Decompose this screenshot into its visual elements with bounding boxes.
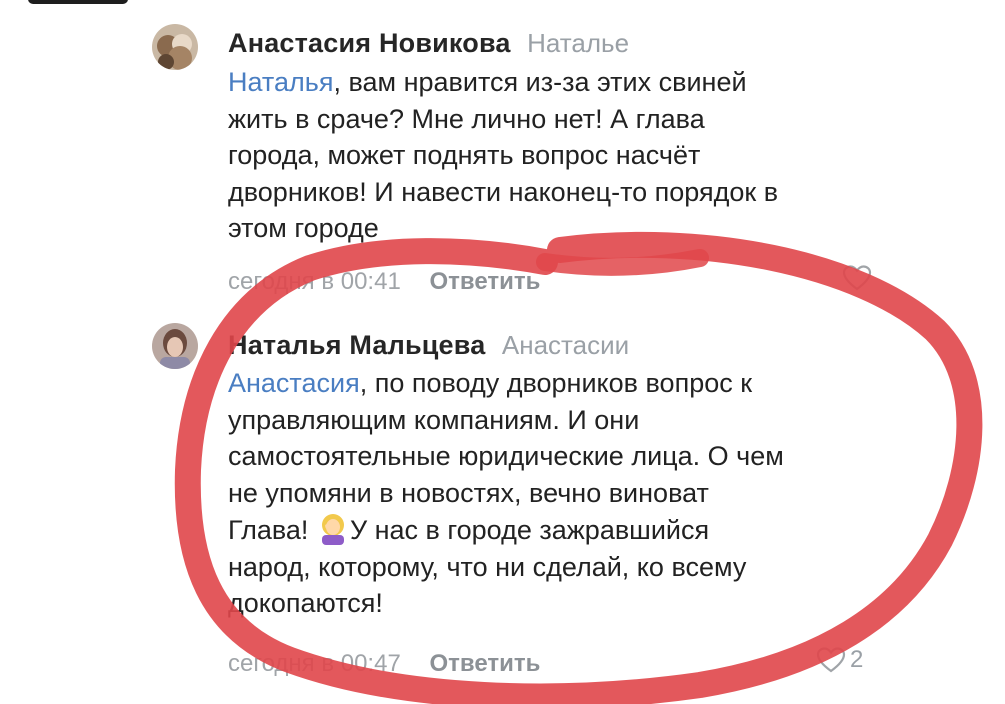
text-line: управляющим компаниям. И они bbox=[228, 404, 640, 435]
avatar-photo bbox=[152, 24, 198, 70]
top-bar-fragment bbox=[28, 0, 128, 4]
text-line: Глава! У нас в городе зажравшийся bbox=[228, 511, 878, 549]
reply-to-name[interactable]: Наталье bbox=[527, 28, 629, 58]
comment-text: Наталья, вам нравится из-за этих свиней … bbox=[228, 64, 878, 247]
text-line: города, может поднять вопрос насчёт bbox=[228, 140, 701, 170]
author-name[interactable]: Наталья Мальцева bbox=[228, 330, 485, 360]
comment-footer: сегодня в 00:47 Ответить bbox=[228, 650, 540, 678]
like-button[interactable] bbox=[842, 264, 872, 292]
like-button[interactable]: 2 bbox=[816, 646, 863, 674]
text-line: Анастасия, по поводу дворников вопрос к bbox=[228, 365, 878, 402]
text-line: народ, которому, что ни сделай, ко всему bbox=[228, 551, 747, 582]
text-line: самостоятельные юридические лица. О чем bbox=[228, 441, 784, 471]
text-fragment: Глава! bbox=[228, 515, 316, 545]
heart-icon bbox=[816, 647, 846, 673]
text-line: Наталья, вам нравится из-за этих свиней bbox=[228, 64, 878, 101]
text-fragment: , по поводу дворников вопрос к bbox=[359, 368, 753, 398]
text-line: докопаются! bbox=[228, 588, 383, 618]
text-line: этом городе bbox=[228, 213, 379, 243]
text-line: не упомяни в новостях, вечно виноват bbox=[228, 477, 709, 508]
avatar-photo bbox=[152, 323, 198, 369]
heart-icon bbox=[842, 265, 872, 291]
reply-to-name[interactable]: Анастасии bbox=[502, 330, 629, 360]
comment-footer: сегодня в 00:41 Ответить bbox=[228, 268, 540, 296]
text-line: жить в сраче? Мне лично нет! А глава bbox=[228, 103, 705, 134]
comment-text: Анастасия, по поводу дворников вопрос к … bbox=[228, 365, 878, 622]
text-line: дворников! И навести наконец-то порядок … bbox=[228, 176, 779, 207]
facepalm-emoji-icon bbox=[316, 511, 350, 545]
comment-header: Наталья Мальцева Анастасии bbox=[228, 330, 629, 361]
comment-header: Анастасия Новикова Наталье bbox=[228, 28, 629, 59]
text-fragment: , вам нравится из-за этих свиней bbox=[333, 67, 747, 97]
reply-button[interactable]: Ответить bbox=[429, 268, 540, 295]
author-name[interactable]: Анастасия Новикова bbox=[228, 28, 511, 58]
avatar[interactable] bbox=[152, 24, 198, 70]
avatar[interactable] bbox=[152, 323, 198, 369]
reply-button[interactable]: Ответить bbox=[429, 650, 540, 677]
mention-link[interactable]: Анастасия bbox=[228, 368, 360, 398]
timestamp: сегодня в 00:47 bbox=[228, 650, 401, 677]
like-count: 2 bbox=[850, 646, 864, 673]
timestamp: сегодня в 00:41 bbox=[228, 268, 401, 295]
mention-link[interactable]: Наталья bbox=[228, 67, 333, 97]
text-fragment: У нас в городе зажравшийся bbox=[349, 515, 710, 545]
